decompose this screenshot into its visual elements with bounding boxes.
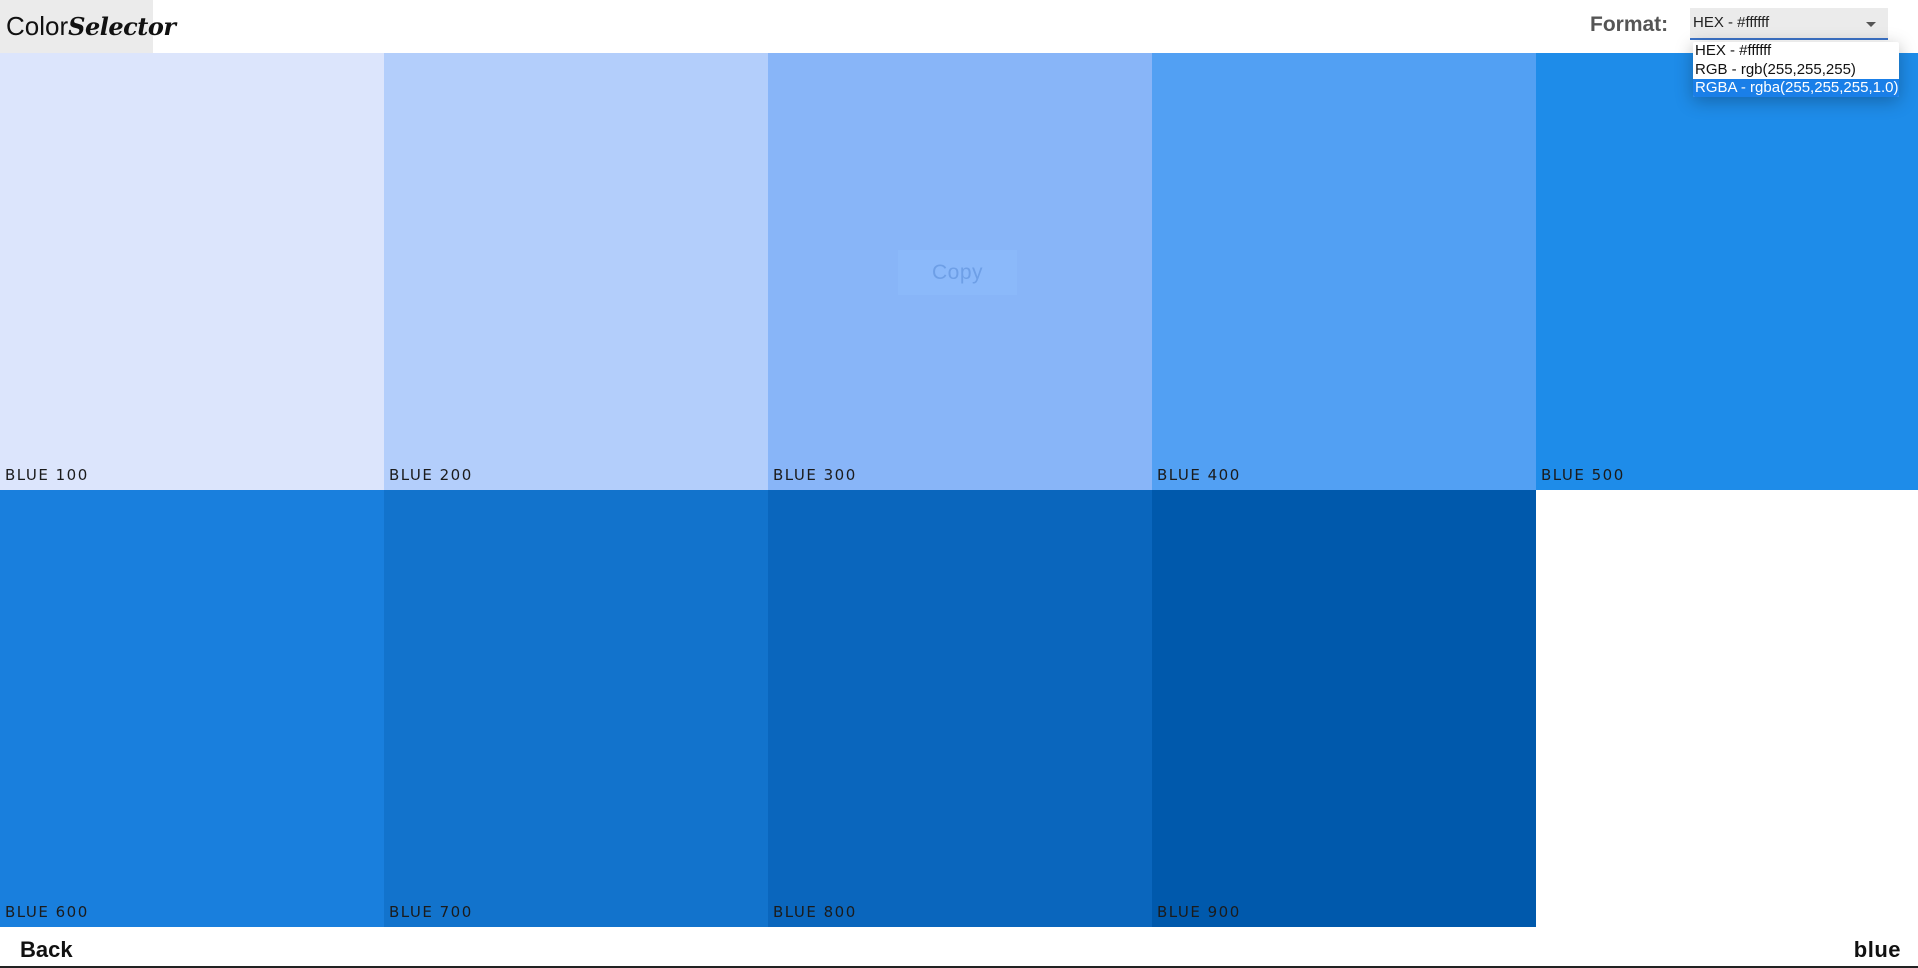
chevron-down-icon[interactable] xyxy=(1866,22,1876,27)
swatch-blue-600[interactable]: BLUE 600 xyxy=(0,490,384,927)
copy-button[interactable]: Copy xyxy=(898,250,1017,295)
footer: Back blue xyxy=(0,927,1918,968)
swatch-label: BLUE 100 xyxy=(5,466,89,484)
swatch-label: BLUE 200 xyxy=(389,466,473,484)
header: Color Selector Format: HEX - #ffffff HEX … xyxy=(0,0,1918,97)
logo-text-selector: Selector xyxy=(68,12,176,41)
swatch-label: BLUE 600 xyxy=(5,903,89,921)
swatch-label: BLUE 300 xyxy=(773,466,857,484)
format-label: Format: xyxy=(1590,13,1669,36)
swatch-blue-700[interactable]: BLUE 700 xyxy=(384,490,768,927)
format-option-rgba[interactable]: RGBA - rgba(255,255,255,1.0) xyxy=(1693,79,1899,97)
format-selected-value: HEX - #ffffff xyxy=(1693,14,1770,31)
swatch-blue-800[interactable]: BLUE 800 xyxy=(768,490,1152,927)
format-dropdown-list: HEX - #ffffff RGB - rgb(255,255,255) RGB… xyxy=(1693,42,1899,97)
format-select[interactable]: HEX - #ffffff xyxy=(1690,8,1888,40)
swatch-grid: BLUE 100 BLUE 200 BLUE 300 BLUE 400 BLUE… xyxy=(0,53,1918,927)
swatch-label: BLUE 900 xyxy=(1157,903,1241,921)
back-link[interactable]: Back xyxy=(20,937,73,963)
swatch-label: BLUE 800 xyxy=(773,903,857,921)
swatch-blue-900[interactable]: BLUE 900 xyxy=(1152,490,1536,927)
color-family-name: blue xyxy=(1853,937,1901,962)
swatch-label: BLUE 400 xyxy=(1157,466,1241,484)
swatch-blue-400[interactable]: BLUE 400 xyxy=(1152,53,1536,490)
swatch-label: BLUE 500 xyxy=(1541,466,1625,484)
swatch-blue-200[interactable]: BLUE 200 xyxy=(384,53,768,490)
swatch-blue-100[interactable]: BLUE 100 xyxy=(0,53,384,490)
app-logo[interactable]: Color Selector xyxy=(0,0,176,53)
format-option-hex[interactable]: HEX - #ffffff xyxy=(1693,42,1899,61)
logo-text-color: Color xyxy=(6,11,69,41)
swatch-blue-500[interactable]: BLUE 500 xyxy=(1536,53,1918,490)
swatch-label: BLUE 700 xyxy=(389,903,473,921)
format-option-rgb[interactable]: RGB - rgb(255,255,255) xyxy=(1693,61,1899,80)
